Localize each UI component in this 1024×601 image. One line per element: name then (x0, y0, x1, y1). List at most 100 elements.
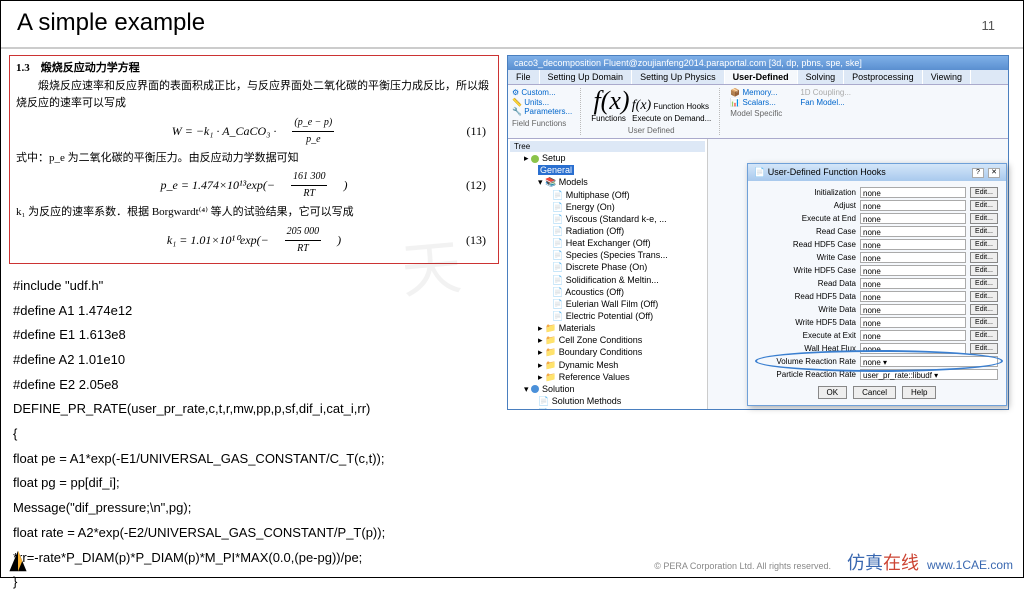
tree-model-item[interactable]: 📄 Radiation (Off) (552, 225, 705, 237)
tree-model-item[interactable]: 📄 Solidification & Meltin... (552, 274, 705, 286)
hook-row: Read HDF5 CasenoneEdit... (756, 239, 998, 250)
tree-models[interactable]: ▾ 📚 Models📄 Multiphase (Off)📄 Energy (On… (538, 176, 705, 322)
tree-item[interactable]: ▸ 📁 Boundary Conditions (538, 346, 705, 358)
hook-label: Read HDF5 Data (756, 292, 856, 301)
hook-value[interactable]: none (860, 187, 966, 198)
frac-2: 161 300RT (291, 169, 328, 202)
cancel-button[interactable]: Cancel (853, 386, 896, 399)
menu-setting-up-domain[interactable]: Setting Up Domain (540, 70, 633, 84)
edit-button[interactable]: Edit... (970, 239, 998, 250)
fluent-menubar: FileSetting Up DomainSetting Up PhysicsU… (508, 70, 1008, 85)
tree-model-item[interactable]: 📄 Energy (On) (552, 201, 705, 213)
code-line: } (13, 570, 499, 595)
edit-button[interactable]: Edit... (970, 200, 998, 211)
ribbon-units[interactable]: 📏 Units... (512, 98, 572, 108)
menu-postprocessing[interactable]: Postprocessing (844, 70, 923, 84)
edit-button[interactable]: Edit... (970, 317, 998, 328)
tree-setup[interactable]: ▸ SetupGeneral▾ 📚 Models📄 Multiphase (Of… (524, 152, 705, 383)
ribbon-params[interactable]: 🔧 Parameters... (512, 107, 572, 117)
menu-solving[interactable]: Solving (798, 70, 845, 84)
tree-item[interactable]: ▸ 📁 Cell Zone Conditions (538, 334, 705, 346)
edit-button[interactable]: Edit... (970, 278, 998, 289)
edit-button[interactable]: Edit... (970, 291, 998, 302)
ribbon-execute[interactable]: Execute on Demand... (632, 114, 711, 123)
tree-model-item[interactable]: 📄 Electric Potential (Off) (552, 310, 705, 322)
tree-item[interactable]: ▸ 📁 Dynamic Mesh (538, 359, 705, 371)
hook-value[interactable]: none (860, 291, 966, 302)
fx-icon-large[interactable]: f(x) (593, 88, 629, 114)
tree-model-item[interactable]: 📄 Multiphase (Off) (552, 189, 705, 201)
edit-button[interactable]: Edit... (970, 343, 998, 354)
tree-model-item[interactable]: 📄 Acoustics (Off) (552, 286, 705, 298)
hook-value[interactable]: none (860, 213, 966, 224)
code-line: DEFINE_PR_RATE(user_pr_rate,c,t,r,mw,pp,… (13, 397, 499, 422)
tree-sol-item[interactable]: 📄 Solution Methods (538, 395, 705, 407)
ribbon-memory[interactable]: 📦 Memory... (730, 88, 782, 98)
tree-pane[interactable]: Tree ▸ SetupGeneral▾ 📚 Models📄 Multiphas… (508, 139, 708, 409)
ok-button[interactable]: OK (818, 386, 848, 399)
fx-icon-small[interactable]: f(x) (632, 99, 651, 113)
hook-value[interactable]: none (860, 343, 966, 354)
tree-model-item[interactable]: 📄 Heat Exchanger (Off) (552, 237, 705, 249)
hook-value[interactable]: none ▾ (860, 356, 998, 367)
hook-label: Read Data (756, 279, 856, 288)
hook-label: Volume Reaction Rate (756, 357, 856, 366)
hook-value[interactable]: none (860, 330, 966, 341)
edit-button[interactable]: Edit... (970, 226, 998, 237)
edit-button[interactable]: Edit... (970, 252, 998, 263)
formula-13: k₁ = 1.01×10¹⁰exp(− 205 000RT ) (13) (16, 224, 492, 257)
hook-value[interactable]: none (860, 226, 966, 237)
ribbon-fhooks[interactable]: Function Hooks (653, 102, 709, 111)
tree-model-item[interactable]: 📄 Species (Species Trans... (552, 249, 705, 261)
ribbon-1d[interactable]: 1D Coupling... (800, 88, 851, 98)
ribbon-fan[interactable]: Fan Model... (800, 98, 851, 108)
edit-button[interactable]: Edit... (970, 213, 998, 224)
edit-button[interactable]: Edit... (970, 265, 998, 276)
tree-model-item[interactable]: 📄 Eulerian Wall Film (Off) (552, 298, 705, 310)
code-line: #define A1 1.474e12 (13, 299, 499, 324)
ribbon-scalars[interactable]: 📊 Scalars... (730, 98, 782, 108)
hook-value[interactable]: none (860, 265, 966, 276)
menu-viewing[interactable]: Viewing (923, 70, 971, 84)
hook-value[interactable]: none (860, 278, 966, 289)
tree-general[interactable]: General (538, 164, 705, 176)
chinese-text-box: 1.3 煅烧反应动力学方程 煅烧反应速率和反应界面的表面积成正比，与反应界面处二… (9, 55, 499, 264)
ribbon-functions[interactable]: Functions (591, 114, 626, 123)
formula-12-a: p_e = 1.474×10¹³exp(− (161, 176, 275, 195)
pera-copyright: © PERA Corporation Ltd. All rights reser… (654, 561, 831, 571)
tree-solution[interactable]: ▾ Solution📄 Solution Methods📄 Solution C… (524, 383, 705, 409)
menu-user-defined[interactable]: User-Defined (725, 70, 798, 84)
menu-file[interactable]: File (508, 70, 540, 84)
formula-11-body: W = −k₁ · A_CaCO₃ · (172, 122, 277, 141)
ribbon-group-extra: 1D Coupling... Fan Model... (800, 88, 859, 135)
hook-value[interactable]: none (860, 200, 966, 211)
code-line: #define E2 2.05e8 (13, 373, 499, 398)
tree-item[interactable]: ▸ 📁 Materials (538, 322, 705, 334)
hook-row: Volume Reaction Rate none ▾ (756, 356, 998, 367)
edit-button[interactable]: Edit... (970, 187, 998, 198)
menu-setting-up-physics[interactable]: Setting Up Physics (632, 70, 725, 84)
hook-value[interactable]: none (860, 252, 966, 263)
ribbon-group-udf: f(x) f(x) Function Hooks Functions Execu… (591, 88, 720, 135)
formula-11: W = −k₁ · A_CaCO₃ · (p_e − p)p_e (11) (16, 115, 492, 148)
hook-value[interactable]: none (860, 317, 966, 328)
edit-button[interactable]: Edit... (970, 304, 998, 315)
code-block: #include "udf.h"#define A1 1.474e12#defi… (9, 274, 499, 595)
hook-value[interactable]: none (860, 304, 966, 315)
hook-value[interactable]: user_pr_rate::libudf ▾ (860, 369, 998, 380)
dialog-help-icon[interactable]: ? (972, 168, 984, 178)
tree-model-item[interactable]: 📄 Viscous (Standard k-e, ... (552, 213, 705, 225)
edit-button[interactable]: Edit... (970, 330, 998, 341)
tree-item[interactable]: ▸ 📁 Reference Values (538, 371, 705, 383)
ribbon-custom[interactable]: ⚙ Custom... (512, 88, 572, 98)
hook-row: Read CasenoneEdit... (756, 226, 998, 237)
eq-num-12: (12) (466, 176, 486, 195)
tree-model-item[interactable]: 📄 Discrete Phase (On) (552, 261, 705, 273)
help-button[interactable]: Help (902, 386, 936, 399)
tree-sol-item[interactable]: 📄 Solution Controls (538, 407, 705, 409)
close-icon[interactable]: ✕ (988, 168, 1000, 178)
code-line: float pg = pp[dif_i]; (13, 471, 499, 496)
hook-label: Write Data (756, 305, 856, 314)
ribbon-group-field: ⚙ Custom... 📏 Units... 🔧 Parameters... F… (512, 88, 581, 135)
hook-value[interactable]: none (860, 239, 966, 250)
